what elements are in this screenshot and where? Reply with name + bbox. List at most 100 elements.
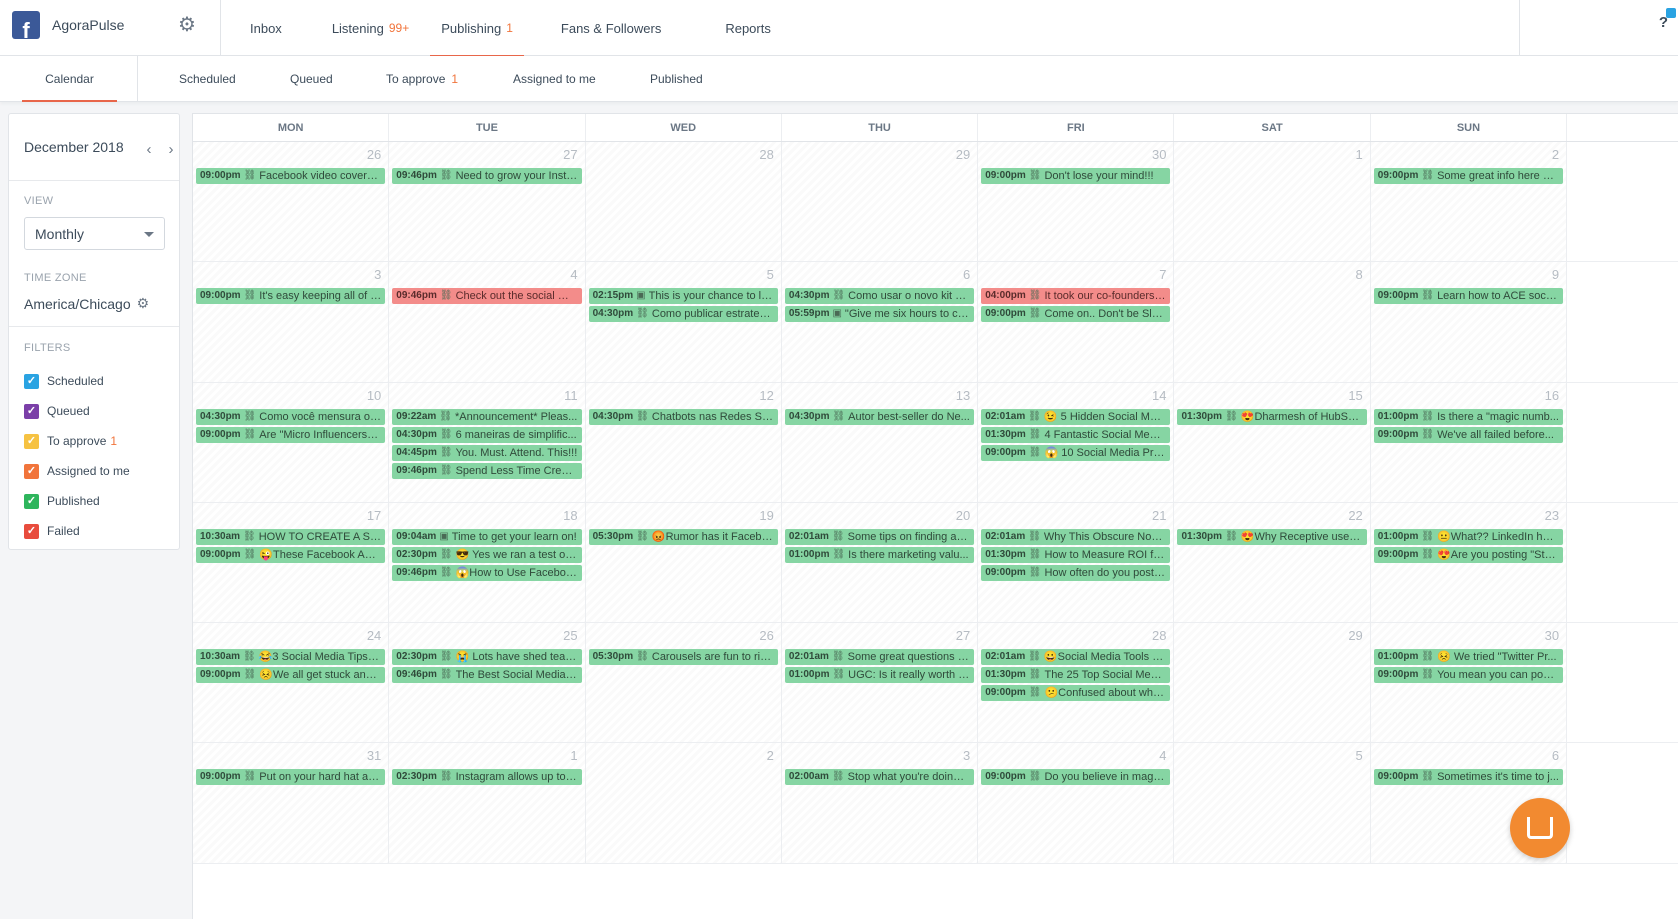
calendar-day-cell[interactable]: 27 02:01am ⛓ Some great questions to... 01:0… xyxy=(781,623,979,743)
gear-icon[interactable]: ⚙ xyxy=(177,15,197,35)
failed-post[interactable]: 04:00pm ⛓ It took our co-founders, ... xyxy=(981,288,1171,305)
nav-reports[interactable]: Reports xyxy=(714,0,782,56)
checkbox-checked-icon[interactable]: ✓ xyxy=(24,433,39,449)
filter-to-approve[interactable]: ✓ To approve 1 xyxy=(24,426,179,456)
calendar-day-cell[interactable]: 29 xyxy=(781,142,979,262)
scheduled-post[interactable]: 09:00pm ⛓ 😕Confused about wha... xyxy=(981,685,1171,702)
tab-published[interactable]: Published xyxy=(650,56,703,102)
scheduled-post[interactable]: 09:00pm ⛓ 😜These Facebook Ad t... xyxy=(196,546,386,563)
scheduled-post[interactable]: 02:15pm ▣ This is your chance to le... xyxy=(588,288,778,305)
calendar-day-cell[interactable]: 3 09:00pm ⛓ It's easy keeping all of t... xyxy=(193,262,390,382)
scheduled-post[interactable]: 09:46pm ⛓ 😱How to Use Faceboo... xyxy=(392,564,582,581)
scheduled-post[interactable]: 09:00pm ⛓ Sometimes it's time to j... xyxy=(1373,769,1564,786)
tab-calendar[interactable]: Calendar xyxy=(22,56,117,102)
view-select[interactable]: Monthly xyxy=(24,217,165,250)
calendar-day-cell[interactable]: 7 04:00pm ⛓ It took our co-founders, ... 09:… xyxy=(978,262,1175,382)
calendar-day-cell[interactable]: 24 10:30am ⛓ 😂3 Social Media Tips to... 09:0… xyxy=(193,623,390,743)
scheduled-post[interactable]: 04:45pm ⛓ You. Must. Attend. This!!! xyxy=(392,444,582,461)
filter-scheduled[interactable]: ✓ Scheduled xyxy=(24,366,179,396)
calendar-day-cell[interactable]: 3 02:00am ⛓ Stop what you're doing ... xyxy=(781,743,979,863)
calendar-day-cell[interactable]: 26 09:00pm ⛓ Facebook video covers a... xyxy=(193,142,390,262)
checkbox-checked-icon[interactable]: ✓ xyxy=(24,373,39,389)
calendar-day-cell[interactable]: 22 01:30pm ⛓ 😍Why Receptive uses ... xyxy=(1174,502,1371,623)
nav-inbox[interactable]: Inbox xyxy=(239,0,293,56)
calendar-day-cell[interactable]: 30 09:00pm ⛓ Don't lose your mind!!! xyxy=(978,142,1175,262)
nav-listening[interactable]: Listening 99+ xyxy=(321,0,420,56)
tab-scheduled[interactable]: Scheduled xyxy=(179,56,236,102)
scheduled-post[interactable]: 09:00pm ⛓ It's easy keeping all of t... xyxy=(196,288,386,305)
nav-publishing[interactable]: Publishing 1 xyxy=(430,0,524,57)
scheduled-post[interactable]: 09:00pm ⛓ We've all failed before... xyxy=(1373,426,1564,443)
calendar-day-cell[interactable]: 16 01:00pm ⛓ Is there a "magic numb... 09:00… xyxy=(1370,382,1568,502)
calendar-day-cell[interactable]: 1710:30am⛓HOW TO CREATE A SMA...09:00pm⛓… xyxy=(193,502,390,623)
gift-icon[interactable] xyxy=(1666,8,1676,18)
calendar-day-cell[interactable]: 5 02:15pm ▣ This is your chance to le... 04:… xyxy=(585,262,782,382)
scheduled-post[interactable]: 09:00pm ⛓ Put on your hard hat an... xyxy=(196,769,386,786)
scheduled-post[interactable]: 01:30pm ⛓ 😍Dharmesh of HubSpo... xyxy=(1177,408,1367,425)
scheduled-post[interactable]: 05:30pm ⛓ Carousels are fun to rid... xyxy=(588,649,778,666)
calendar-day-cell[interactable]: 21 02:01am ⛓ Why This Obscure Nonp... 01:30p… xyxy=(978,502,1175,623)
scheduled-post[interactable]: 01:00pm ⛓ UGC: Is it really worth th... xyxy=(784,667,975,684)
scheduled-post[interactable]: 02:01am ⛓ Some great questions to... xyxy=(784,649,975,666)
calendar-day-cell[interactable]: 12 04:30pm ⛓ Chatbots nas Redes Soci... xyxy=(585,382,782,502)
scheduled-post[interactable]: 09:00pm ⛓ Facebook video covers a... xyxy=(196,168,386,184)
brand[interactable]: f AgoraPulse xyxy=(12,11,124,39)
scheduled-post[interactable]: 02:01am ⛓ Why This Obscure Nonp... xyxy=(981,528,1171,545)
scheduled-post[interactable]: 02:00am ⛓ Stop what you're doing ... xyxy=(784,769,975,786)
scheduled-post[interactable]: 10:30am⛓HOW TO CREATE A SMA... xyxy=(196,528,386,545)
scheduled-post[interactable]: 01:00pm ⛓ Is there a "magic numb... xyxy=(1373,408,1564,425)
scheduled-post[interactable]: 02:30pm ⛓ 😎 Yes we ran a test on ... xyxy=(392,546,582,563)
calendar-day-cell[interactable]: 26 05:30pm ⛓ Carousels are fun to rid... xyxy=(585,623,782,743)
scheduled-post[interactable]: 05:30pm ⛓ 😡Rumor has it Facebo... xyxy=(588,528,778,545)
calendar-day-cell[interactable]: 28 xyxy=(585,142,782,262)
scheduled-post[interactable]: 09:00pm ⛓ 😣We all get stuck and ... xyxy=(196,667,386,684)
calendar-day-cell[interactable]: 15 01:30pm ⛓ 😍Dharmesh of HubSpo... xyxy=(1174,382,1371,502)
checkbox-checked-icon[interactable]: ✓ xyxy=(24,523,39,539)
checkbox-checked-icon[interactable]: ✓ xyxy=(24,493,39,509)
calendar-day-cell[interactable]: 2 09:00pm ⛓ Some great info here on... xyxy=(1370,142,1568,262)
calendar-day-cell[interactable]: 27 09:46pm ⛓ Need to grow your Insta... xyxy=(389,142,586,262)
calendar-day-cell[interactable]: 13 04:30pm ⛓ Autor best-seller do Ne... xyxy=(781,382,979,502)
calendar-day-cell[interactable]: 30 01:00pm ⛓ 😣 We tried "Twitter Pr... 09:00… xyxy=(1370,623,1568,743)
chevron-right-icon[interactable]: › xyxy=(160,141,182,158)
scheduled-post[interactable]: 09:00pm ⛓ Come on.. Don't be Slea... xyxy=(981,306,1171,323)
scheduled-post[interactable]: 09:00pm ⛓ Are "Micro Influencers" ... xyxy=(196,426,386,443)
calendar-day-cell[interactable]: 25 02:30pm ⛓ 😭 Lots have shed tears... 09:46… xyxy=(389,623,586,743)
calendar-day-cell[interactable]: 4 09:00pm ⛓ Do you believe in magic?? xyxy=(978,743,1175,863)
checkbox-checked-icon[interactable]: ✓ xyxy=(24,463,39,479)
calendar-day-cell[interactable]: 4 09:46pm ⛓ Check out the social me... xyxy=(389,262,586,382)
scheduled-post[interactable]: 04:30pm ⛓ Chatbots nas Redes Soci... xyxy=(588,408,778,425)
calendar-day-cell[interactable]: 19 05:30pm ⛓ 😡Rumor has it Facebo... xyxy=(585,502,782,623)
scheduled-post[interactable]: 04:30pm ⛓ Autor best-seller do Ne... xyxy=(784,408,975,425)
scheduled-post[interactable]: 09:00pm ⛓ Do you believe in magic?? xyxy=(981,769,1171,786)
scheduled-post[interactable]: 02:01am ⛓ 😉 5 Hidden Social Medi... xyxy=(981,408,1171,425)
calendar-day-cell[interactable]: 2 xyxy=(585,743,782,863)
scheduled-post[interactable]: 04:30pm ⛓ Como publicar estrategi... xyxy=(588,306,778,323)
calendar-day-cell[interactable]: 9 09:00pm ⛓ Learn how to ACE social ... xyxy=(1370,262,1568,382)
scheduled-post[interactable]: 02:30pm ⛓ 😭 Lots have shed tears... xyxy=(392,649,582,666)
scheduled-post[interactable]: 01:30pm ⛓ How to Measure ROI fro... xyxy=(981,546,1171,563)
scheduled-post[interactable]: 01:30pm ⛓ 😍Why Receptive uses ... xyxy=(1177,528,1367,545)
filter-queued[interactable]: ✓ Queued xyxy=(24,396,179,426)
scheduled-post[interactable]: 01:30pm ⛓ The 25 Top Social Media... xyxy=(981,667,1171,684)
calendar-day-cell[interactable]: 20 02:01am ⛓ Some tips on finding a g... 01:… xyxy=(781,502,979,623)
scheduled-post[interactable]: 09:00pm ⛓ You mean you can post ... xyxy=(1373,667,1564,684)
calendar-day-cell[interactable]: 5 xyxy=(1174,743,1371,863)
scheduled-post[interactable]: 01:00pm ⛓ 😣 We tried "Twitter Pr... xyxy=(1373,649,1564,666)
calendar-day-cell[interactable]: 10 04:30pm ⛓ Como você mensura o s... 09:00p… xyxy=(193,382,390,502)
filter-failed[interactable]: ✓ Failed xyxy=(24,516,179,546)
scheduled-post[interactable]: 01:30pm ⛓ 4 Fantastic Social Media... xyxy=(981,426,1171,443)
checkbox-checked-icon[interactable]: ✓ xyxy=(24,403,39,419)
failed-post[interactable]: 09:46pm ⛓ Check out the social me... xyxy=(392,288,582,305)
calendar-day-cell[interactable]: 29 xyxy=(1174,623,1371,743)
calendar-day-cell[interactable]: 23 01:00pm ⛓ 😐What?? LinkedIn has ... 09:00p… xyxy=(1370,502,1568,623)
scheduled-post[interactable]: 09:00pm ⛓ 😱 10 Social Media Pred... xyxy=(981,444,1171,461)
scheduled-post[interactable]: 10:30am ⛓ 😂3 Social Media Tips to... xyxy=(196,649,386,666)
calendar-day-cell[interactable]: 6 04:30pm ⛓ Como usar o novo kit de... 05:59… xyxy=(781,262,979,382)
scheduled-post[interactable]: 09:00pm ⛓ How often do you post t... xyxy=(981,564,1171,581)
chat-button[interactable] xyxy=(1510,798,1570,858)
calendar-day-cell[interactable]: 1 02:30pm ⛓ Instagram allows up to ... xyxy=(389,743,586,863)
scheduled-post[interactable]: 09:46pm ⛓ The Best Social Media A... xyxy=(392,667,582,684)
calendar-day-cell[interactable]: 18 09:04am ▣ Time to get your learn on! 02:3… xyxy=(389,502,586,623)
calendar-day-cell[interactable]: 14 02:01am ⛓ 😉 5 Hidden Social Medi... 01:30… xyxy=(978,382,1175,502)
